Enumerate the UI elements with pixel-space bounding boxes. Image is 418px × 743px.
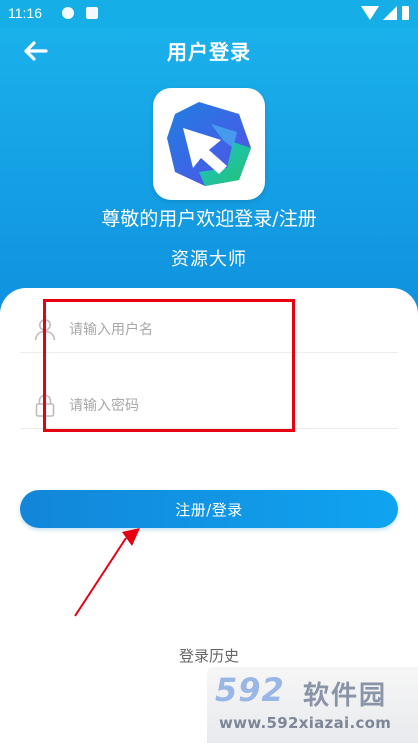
register-login-button[interactable]: 注册/登录 xyxy=(20,490,398,528)
shield-icon xyxy=(62,7,74,19)
lock-icon xyxy=(35,394,55,417)
brand-name: 资源大师 xyxy=(171,249,247,270)
app-icon xyxy=(86,7,98,19)
user-icon xyxy=(34,319,56,341)
status-bar: 11:16 xyxy=(0,0,418,28)
password-input[interactable] xyxy=(67,392,371,420)
watermark: 592 软件园 www.592xiazai.com xyxy=(207,667,418,743)
header: 用户登录 尊敬的用户欢迎登录/注册 资源大师 xyxy=(0,28,418,328)
app-logo xyxy=(153,88,265,200)
page-title: 用户登录 xyxy=(167,40,251,64)
app-logo-icon xyxy=(167,102,251,186)
signal-icon xyxy=(383,6,397,20)
welcome-text: 尊敬的用户欢迎登录/注册 xyxy=(101,208,317,230)
watermark-logo-cn: 软件园 xyxy=(303,681,388,711)
status-time: 11:16 xyxy=(8,5,42,21)
username-input[interactable] xyxy=(67,316,371,344)
watermark-logo: 592 xyxy=(215,671,285,709)
login-history-link[interactable]: 登录历史 xyxy=(0,645,418,666)
wifi-icon xyxy=(361,6,379,20)
battery-icon xyxy=(402,6,409,20)
password-field xyxy=(20,382,398,429)
watermark-url: www.592xiazai.com xyxy=(219,714,392,732)
username-field xyxy=(20,306,398,353)
